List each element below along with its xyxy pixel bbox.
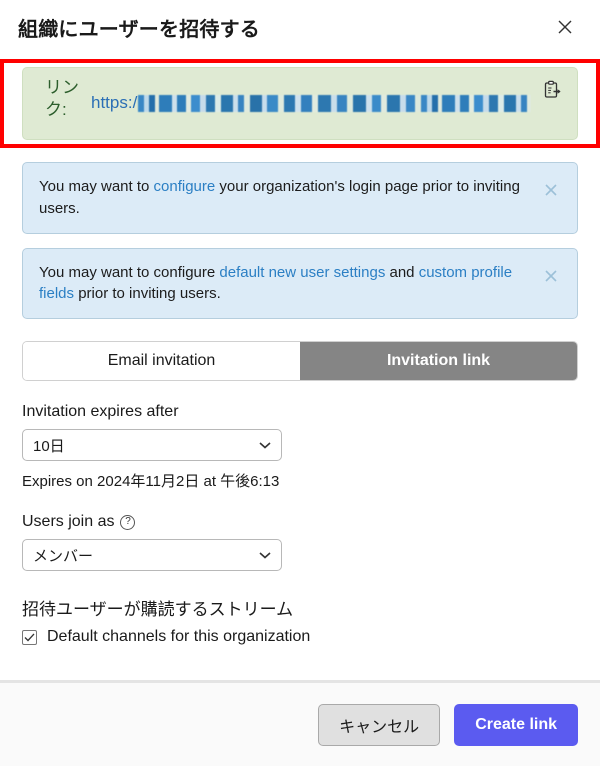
invitation-link-protocol: https:/ <box>91 93 138 112</box>
modal-header: 組織にユーザーを招待する <box>0 0 600 54</box>
invitation-link-banner: リンク: https:/ <box>22 67 578 140</box>
notice-banner-login-page: You may want to configure your organizat… <box>22 162 578 234</box>
invitation-link-value[interactable]: https:/ <box>91 77 531 113</box>
notice-middle: and <box>385 263 419 281</box>
close-icon[interactable] <box>539 264 563 288</box>
notice-text: You may want to configure your organizat… <box>39 176 531 220</box>
question-mark-icon[interactable]: ? <box>120 514 136 530</box>
invitation-expires-select[interactable]: 10日 <box>22 429 282 461</box>
invite-users-modal: 組織にユーザーを招待する リンク: https:/ You may want t… <box>0 0 600 766</box>
close-icon[interactable] <box>539 178 563 202</box>
invitation-link-highlight: リンク: https:/ <box>0 59 600 148</box>
configure-link[interactable]: configure <box>154 178 216 195</box>
notice-banner-user-settings: You may want to configure default new us… <box>22 247 578 319</box>
streams-section-heading: 招待ユーザーが購読するストリーム <box>22 600 294 619</box>
expires-on-note: Expires on 2024年11月2日 at 午後6:13 <box>22 473 280 490</box>
tab-invitation-link[interactable]: Invitation link <box>300 342 577 380</box>
notice-text: You may want to configure default new us… <box>39 262 531 306</box>
invite-method-tabs: Email invitation Invitation link <box>22 341 578 381</box>
invitation-link-redacted-url <box>138 94 531 112</box>
stream-checkbox-row[interactable]: Default channels for this organization <box>22 628 578 646</box>
notice-suffix: prior to inviting users. <box>74 285 221 303</box>
invitation-link-label: リンク: <box>45 78 79 120</box>
chevron-down-icon <box>259 439 271 451</box>
invitation-expires-label-text: Invitation expires after <box>22 403 179 420</box>
checkbox-default-channels[interactable] <box>22 629 37 645</box>
create-link-button[interactable]: Create link <box>454 703 578 746</box>
users-join-as-label-text: Users join as <box>22 513 115 530</box>
invitation-expires-label: Invitation expires after <box>22 403 578 421</box>
tab-email-invitation[interactable]: Email invitation <box>23 342 300 380</box>
stream-checkbox-label: Default channels for this organization <box>47 628 311 645</box>
users-join-as-select[interactable]: メンバー <box>22 539 282 571</box>
modal-footer: キャンセル Create link <box>0 682 600 766</box>
default-new-user-settings-link[interactable]: default new user settings <box>219 264 385 281</box>
cancel-button[interactable]: キャンセル <box>318 703 441 746</box>
notice-prefix: You may want to <box>39 178 154 195</box>
invitation-expires-value: 10日 <box>33 437 65 455</box>
close-icon[interactable] <box>550 12 580 42</box>
modal-body: リンク: https:/ You may want to configure y… <box>0 54 600 682</box>
body-scroll-edge <box>0 680 600 682</box>
notice-prefix: You may want to configure <box>39 263 220 281</box>
users-join-as-label: Users join as ? <box>22 513 578 531</box>
page-title: 組織にユーザーを招待する <box>18 18 260 41</box>
chevron-down-icon <box>259 549 271 561</box>
users-join-as-value: メンバー <box>33 547 94 565</box>
clipboard-copy-icon[interactable] <box>539 77 565 103</box>
